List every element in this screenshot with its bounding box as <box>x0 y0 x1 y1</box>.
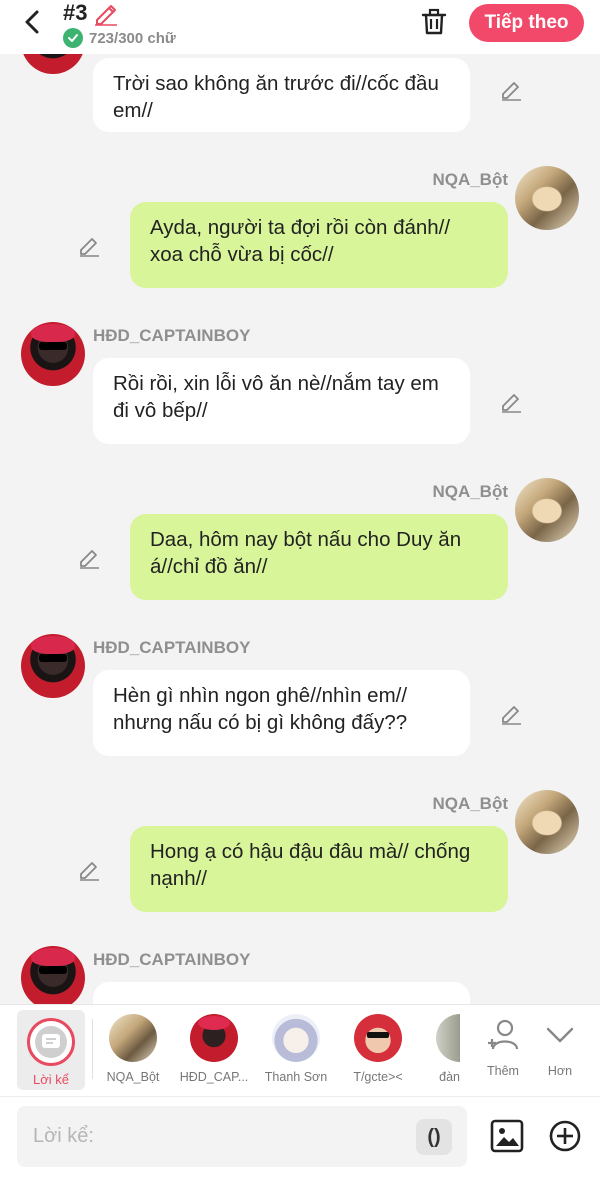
character-avatar <box>109 1014 157 1062</box>
message-bubble[interactable]: Hèn gì nhìn ngon ghê//nhìn em// nhưng nấ… <box>93 670 470 756</box>
sender-name: NQA_Bột <box>432 170 508 189</box>
avatar-hdd[interactable] <box>21 634 85 698</box>
message-bubble[interactable]: Daa, hôm nay bột nấu cho Duy ăn á//chỉ đ… <box>130 514 508 600</box>
word-count-row: 723/300 chữ <box>63 28 176 48</box>
avatar-hdd[interactable] <box>21 946 85 1004</box>
sender-name: HĐD_CAPTAINBOY <box>93 326 251 345</box>
sender-name: HĐD_CAPTAINBOY <box>93 638 251 657</box>
plus-circle-icon[interactable] <box>548 1119 582 1153</box>
character-avatar <box>272 1014 320 1062</box>
narration-input[interactable] <box>33 1106 413 1167</box>
character-tgcte[interactable]: T/gcte>< <box>343 1014 413 1084</box>
character-bar: Lời kể NQA_Bột HĐD_CAP... Thanh Sơn T/gc… <box>0 1004 600 1096</box>
narration-label: Lời kể <box>33 1072 69 1087</box>
more-button[interactable]: Hơn <box>535 1017 585 1078</box>
character-label: NQA_Bột <box>106 1070 160 1084</box>
sender-name: NQA_Bột <box>432 794 508 813</box>
character-label: T/gcte>< <box>353 1070 403 1084</box>
edit-pencil-icon[interactable] <box>499 389 523 413</box>
edit-title-pencil-icon[interactable] <box>93 0 119 26</box>
character-avatar <box>436 1014 460 1062</box>
character-nqa[interactable]: NQA_Bột <box>98 1014 168 1084</box>
avatar-nqa[interactable] <box>515 166 579 230</box>
edit-pencil-icon[interactable] <box>499 77 523 101</box>
character-label: Thanh Sơn <box>264 1070 328 1084</box>
edit-pencil-icon[interactable] <box>499 701 523 725</box>
narration-button[interactable]: Lời kể <box>17 1010 85 1090</box>
input-container: () <box>17 1106 467 1167</box>
message-bubble[interactable] <box>93 982 470 1004</box>
trash-icon[interactable] <box>420 8 448 36</box>
parentheses-button[interactable]: () <box>416 1119 452 1155</box>
edit-pencil-icon[interactable] <box>77 233 101 257</box>
character-hdd[interactable]: HĐD_CAP... <box>179 1014 249 1084</box>
image-icon[interactable] <box>490 1119 524 1153</box>
message-bubble[interactable]: Rồi rồi, xin lỗi vô ăn nè//nắm tay em đi… <box>93 358 470 444</box>
add-label: Thêm <box>487 1064 519 1078</box>
back-arrow-icon[interactable] <box>20 8 46 36</box>
narration-icon <box>27 1018 75 1066</box>
sender-name: HĐD_CAPTAINBOY <box>93 950 251 969</box>
avatar-nqa[interactable] <box>515 478 579 542</box>
character-thanh-son[interactable]: Thanh Sơn <box>261 1014 331 1084</box>
more-label: Hơn <box>547 1064 573 1078</box>
edit-pencil-icon[interactable] <box>77 545 101 569</box>
message-bubble[interactable]: Ayda, người ta đợi rồi còn đánh// xoa ch… <box>130 202 508 288</box>
add-character-button[interactable]: Thêm <box>478 1017 528 1078</box>
character-avatar <box>190 1014 238 1062</box>
edit-pencil-icon[interactable] <box>77 857 101 881</box>
avatar-nqa[interactable] <box>515 790 579 854</box>
character-dan[interactable]: đàn <box>424 1014 460 1084</box>
message-bubble[interactable]: Trời sao không ăn trước đi//cốc đầu em// <box>93 58 470 132</box>
message-bubble[interactable]: Hong ạ có hậu đậu đâu mà// chống nạnh// <box>130 826 508 912</box>
chapter-number: #3 <box>63 0 88 25</box>
character-label: đàn <box>439 1070 460 1084</box>
word-count: 723/300 chữ <box>89 29 176 47</box>
avatar-hdd[interactable] <box>21 322 85 386</box>
chevron-down-icon <box>546 1027 574 1043</box>
character-label: HĐD_CAP... <box>179 1070 249 1084</box>
chat-area: Trời sao không ăn trước đi//cốc đầu em//… <box>0 0 600 1004</box>
sender-name: NQA_Bột <box>432 482 508 501</box>
divider <box>92 1019 93 1079</box>
next-button[interactable]: Tiếp theo <box>469 4 584 42</box>
add-person-icon <box>488 1019 519 1050</box>
input-bar: () <box>0 1096 600 1182</box>
check-circle-icon <box>63 28 83 48</box>
character-avatar <box>354 1014 402 1062</box>
top-bar: #3 723/300 chữ Tiếp theo <box>0 0 600 54</box>
